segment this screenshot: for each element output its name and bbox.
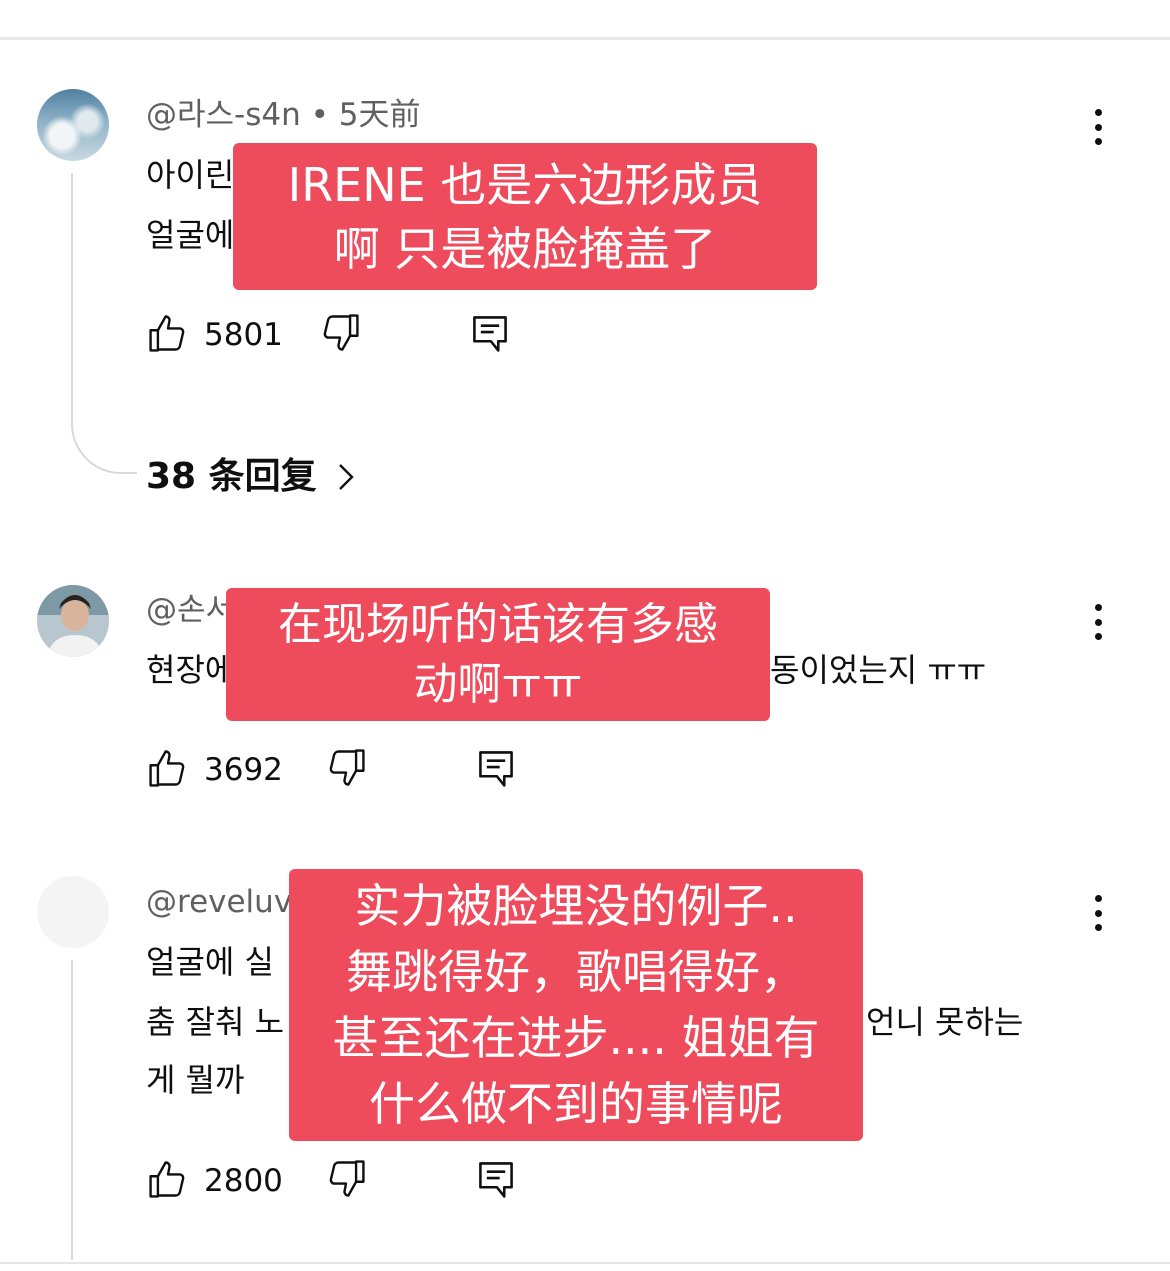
comment-3-author[interactable]: @reveluv (146, 882, 292, 922)
comment-3-more-button[interactable] (1080, 893, 1116, 933)
avatar-comment-2[interactable] (37, 585, 109, 657)
avatar-comment-3[interactable] (37, 876, 109, 948)
thumbs-up-icon (146, 311, 190, 359)
view-replies-link[interactable]: 38 条回复 (146, 454, 355, 500)
comment-3-like-button[interactable]: 2800 (146, 1157, 283, 1205)
comment-1-text-line-1: 아이린 (146, 156, 235, 194)
comment-3-translation-overlay: 实力被脸埋没的例子.. 舞跳得好，歌唱得好， 甚至还在进步.... 姐姐有 什么… (289, 869, 863, 1141)
reply-comment-icon (474, 746, 518, 794)
comment-1-dislike-button[interactable] (318, 311, 362, 359)
comment-3-like-count: 2800 (204, 1163, 283, 1199)
comment-3-text-line-3: 게 뭘까 (146, 1061, 245, 1099)
comment-2-reply-button[interactable] (474, 746, 518, 794)
comment-1-like-count: 5801 (204, 317, 283, 353)
overlay-3-line-3: 甚至还在进步.... 姐姐有 (332, 1011, 820, 1065)
overlay-2-line-2: 动啊ㅠㅠ (413, 658, 583, 710)
comment-1-actions: 5801 (146, 311, 546, 355)
comment-3-text-line-2-right: 언니 못하는 (866, 1003, 1024, 1041)
overlay-2-line-1: 在现场听的话该有多感 (278, 598, 718, 650)
avatar-comment-1[interactable] (37, 89, 109, 161)
more-vertical-icon (1094, 109, 1102, 116)
overlay-3-line-2: 舞跳得好，歌唱得好， (346, 945, 806, 999)
comment-1-separator: • (300, 97, 339, 133)
thread-curve (71, 400, 137, 474)
comment-2-text-left: 현장에 (146, 651, 235, 689)
replies-count-label: 38 条回复 (146, 456, 317, 497)
comment-2-actions: 3692 (146, 746, 546, 790)
chevron-right-icon (337, 462, 355, 492)
thumbs-up-icon (146, 746, 190, 794)
comment-2-dislike-button[interactable] (324, 746, 368, 794)
comment-3-reply-button[interactable] (474, 1157, 518, 1205)
more-vertical-icon (1094, 895, 1102, 902)
overlay-1-line-1: IRENE 也是六边形成员 (287, 157, 763, 212)
comment-3-dislike-button[interactable] (324, 1157, 368, 1205)
thumbs-up-icon (146, 1157, 190, 1205)
comment-1-text-line-2: 얼굴에 (146, 216, 235, 254)
more-vertical-icon (1094, 604, 1102, 611)
comment-2-translation-overlay: 在现场听的话该有多感 动啊ㅠㅠ (226, 588, 770, 721)
comment-1-reply-button[interactable] (468, 311, 512, 359)
comment-3-text-line-1: 얼굴에 실 (146, 943, 274, 981)
thumbs-down-icon (318, 311, 362, 359)
comment-3-text-line-2: 춤 잘춰 노 (146, 1003, 285, 1041)
comment-3-actions: 2800 (146, 1157, 546, 1201)
comment-2-text-right: 동이었는지 ㅠㅠ (770, 651, 987, 689)
thread-line (71, 173, 73, 403)
comment-1-like-button[interactable]: 5801 (146, 311, 283, 359)
comment-2-author[interactable]: @손서 (146, 590, 234, 630)
overlay-3-line-4: 什么做不到的事情呢 (369, 1077, 783, 1131)
comment-2-more-button[interactable] (1080, 602, 1116, 642)
overlay-3-line-1: 实力被脸埋没的例子.. (354, 879, 798, 933)
comment-2-like-button[interactable]: 3692 (146, 746, 283, 794)
reply-comment-icon (468, 311, 512, 359)
thumbs-down-icon (324, 1157, 368, 1205)
comment-2-like-count: 3692 (204, 752, 283, 788)
comment-1-time: 5天前 (338, 97, 421, 133)
overlay-1-line-2: 啊 只是被脸掩盖了 (333, 221, 717, 276)
thread-line (71, 960, 73, 1260)
top-divider (0, 37, 1170, 40)
thumbs-down-icon (324, 746, 368, 794)
reply-comment-icon (474, 1157, 518, 1205)
bottom-divider (0, 1262, 1170, 1264)
comment-1-author-line: @라스-s4n • 5天前 (146, 95, 420, 135)
comment-1-author[interactable]: @라스-s4n (146, 97, 301, 133)
comment-1-more-button[interactable] (1080, 107, 1116, 147)
comment-1-translation-overlay: IRENE 也是六边形成员 啊 只是被脸掩盖了 (233, 143, 817, 290)
